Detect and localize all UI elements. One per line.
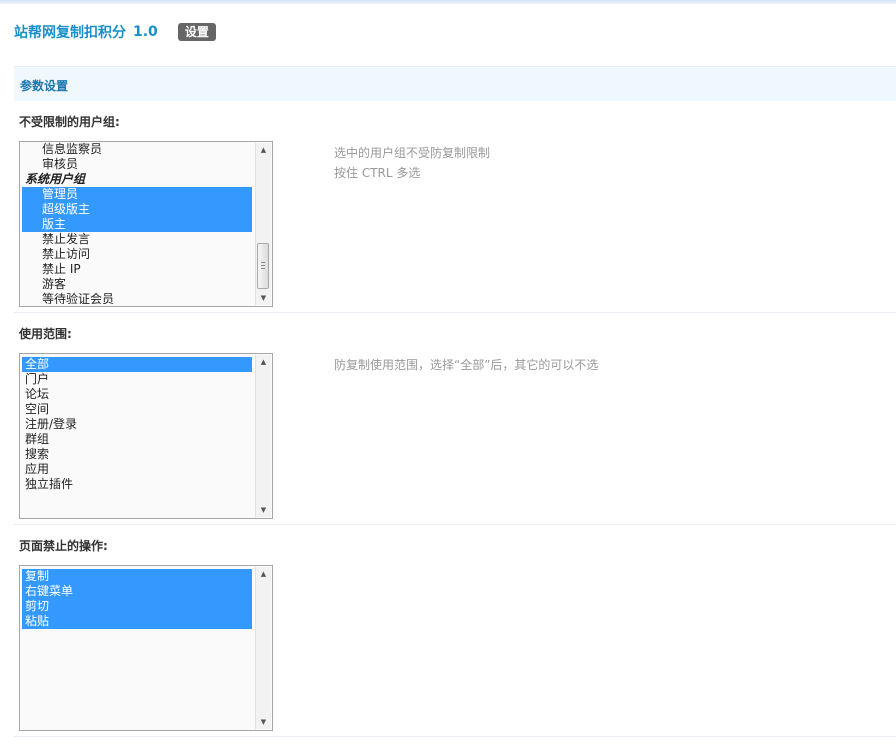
scroll-up-icon[interactable]: ▲ [256, 355, 271, 369]
list-option[interactable]: 空间 [22, 402, 252, 417]
list-option[interactable]: 信息监察员 [22, 142, 252, 157]
list-option[interactable]: 右键菜单 [22, 584, 252, 599]
settings-badge[interactable]: 设置 [177, 23, 216, 41]
list-option[interactable]: 注册/登录 [22, 417, 252, 432]
list-option[interactable]: 禁止 IP [22, 262, 252, 277]
list-option[interactable]: 粘贴 [22, 614, 252, 629]
scroll-down-icon[interactable]: ▼ [256, 291, 271, 305]
user-groups-select[interactable]: 信息监察员 审核员 系统用户组 管理员 超级版主 版主 禁止发言 禁止访问 禁止 IP 游客 等待验… [19, 141, 273, 307]
scroll-up-icon[interactable]: ▲ [256, 567, 271, 581]
forbidden-actions-select[interactable]: 复制 右键菜单 剪切 粘贴 ▲ ▼ [19, 565, 273, 731]
list-option[interactable]: 游客 [22, 277, 252, 292]
user-groups-label: 不受限制的用户组: [19, 115, 120, 129]
scroll-thumb[interactable] [257, 243, 269, 289]
list-option[interactable]: 独立插件 [22, 477, 252, 492]
forbidden-actions-label: 页面禁止的操作: [19, 539, 108, 553]
section-header: 参数设置 [14, 66, 896, 101]
forbidden-actions-options: 复制 右键菜单 剪切 粘贴 [22, 569, 252, 728]
list-option[interactable]: 门户 [22, 372, 252, 387]
list-option[interactable]: 群组 [22, 432, 252, 447]
list-option[interactable]: 复制 [22, 569, 252, 584]
list-option[interactable]: 禁止访问 [22, 247, 252, 262]
list-option[interactable]: 管理员 [22, 187, 252, 202]
list-option[interactable]: 版主 [22, 217, 252, 232]
option-group-label: 系统用户组 [25, 172, 86, 186]
hint-line: 防复制使用范围，选择“全部”后，其它的可以不选 [334, 358, 599, 372]
scope-label: 使用范围: [19, 327, 72, 341]
plugin-title: 站帮网复制扣积分 [14, 25, 126, 41]
list-option[interactable]: 等待验证会员 [22, 292, 252, 304]
scroll-down-icon[interactable]: ▼ [256, 715, 271, 729]
plugin-version: 1.0 [133, 24, 158, 40]
grip-icon [261, 262, 265, 270]
scope-options: 全部 门户 论坛 空间 注册/登录 群组 搜索 应用 独立插件 [22, 357, 252, 516]
list-option[interactable]: 剪切 [22, 599, 252, 614]
list-option[interactable]: 搜索 [22, 447, 252, 462]
plugin-header: 站帮网复制扣积分 1.0 设置 [14, 22, 216, 42]
scope-scrollbar[interactable]: ▲ ▼ [255, 355, 271, 517]
divider [14, 312, 896, 313]
scope-hint: 防复制使用范围，选择“全部”后，其它的可以不选 [334, 355, 598, 375]
scroll-down-icon[interactable]: ▼ [256, 503, 271, 517]
top-border [0, 0, 896, 4]
list-option[interactable]: 禁止发言 [22, 232, 252, 247]
list-option[interactable]: 全部 [22, 357, 252, 372]
scope-select[interactable]: 全部 门户 论坛 空间 注册/登录 群组 搜索 应用 独立插件 ▲ ▼ [19, 353, 273, 519]
divider [14, 736, 896, 737]
list-option[interactable]: 审核员 [22, 157, 252, 172]
list-option[interactable]: 超级版主 [22, 202, 252, 217]
hint-line: 按住 CTRL 多选 [334, 166, 421, 180]
user-groups-scrollbar[interactable]: ▲ ▼ [255, 143, 271, 305]
forbidden-actions-scrollbar[interactable]: ▲ ▼ [255, 567, 271, 729]
hint-line: 选中的用户组不受防复制限制 [334, 146, 491, 160]
divider [14, 524, 896, 525]
section-title: 参数设置 [20, 79, 69, 93]
list-option[interactable]: 应用 [22, 462, 252, 477]
user-groups-options: 信息监察员 审核员 系统用户组 管理员 超级版主 版主 禁止发言 禁止访问 禁止 IP 游客 等待验… [22, 142, 252, 304]
user-groups-hint: 选中的用户组不受防复制限制 按住 CTRL 多选 [334, 143, 490, 183]
list-option[interactable]: 论坛 [22, 387, 252, 402]
scroll-up-icon[interactable]: ▲ [256, 143, 271, 157]
